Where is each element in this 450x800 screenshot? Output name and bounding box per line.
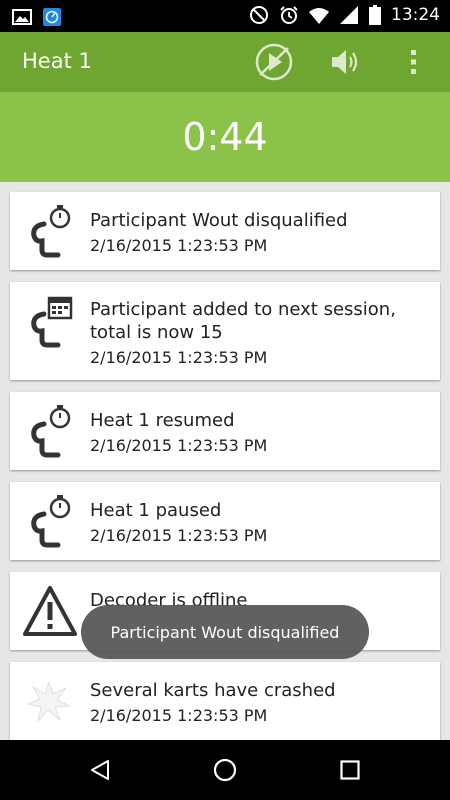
status-clock: 13:24	[391, 5, 440, 25]
race-stopwatch-icon	[31, 405, 71, 458]
list-item[interactable]: Heat 1 resumed 2/16/2015 1:23:53 PM	[10, 392, 440, 470]
recents-icon	[340, 760, 360, 780]
event-time: 2/16/2015 1:23:53 PM	[90, 706, 268, 725]
status-bar: 13:24	[0, 0, 450, 32]
toast-notification: Participant Wout disqualified	[81, 605, 369, 659]
event-message: Several karts have crashed	[90, 680, 336, 701]
event-time: 2/16/2015 1:23:53 PM	[90, 236, 268, 255]
image-icon	[12, 9, 32, 25]
home-button[interactable]	[200, 750, 250, 790]
overflow-menu-icon	[411, 50, 416, 74]
navigation-bar	[0, 740, 450, 800]
volume-icon	[332, 50, 358, 74]
timer-bar: 0:44	[0, 92, 450, 182]
page-title: Heat 1	[22, 49, 92, 73]
list-item[interactable]: Heat 1 paused 2/16/2015 1:23:53 PM	[10, 482, 440, 560]
warning-icon	[23, 586, 77, 636]
volume-button[interactable]	[323, 42, 367, 82]
signal-icon	[340, 6, 358, 24]
overflow-menu-button[interactable]	[392, 42, 436, 82]
crash-icon	[26, 680, 71, 723]
event-time: 2/16/2015 1:23:53 PM	[90, 436, 268, 455]
alarm-icon	[280, 6, 298, 24]
event-message: Heat 1 resumed	[90, 410, 235, 431]
event-message: Participant Wout disqualified	[90, 210, 348, 231]
app-bar: Heat 1	[0, 32, 450, 92]
app-notification-icon	[43, 8, 61, 26]
heat-timer: 0:44	[182, 115, 268, 159]
recents-button[interactable]	[325, 750, 375, 790]
list-item[interactable]: Participant Wout disqualified 2/16/2015 …	[10, 192, 440, 270]
race-calendar-icon	[31, 296, 73, 348]
event-time: 2/16/2015 1:23:53 PM	[90, 348, 268, 367]
list-item[interactable]: Several karts have crashed 2/16/2015 1:2…	[10, 662, 440, 740]
event-time: 2/16/2015 1:23:53 PM	[90, 526, 268, 545]
event-message: Participant added to next session, total…	[90, 299, 396, 343]
do-not-disturb-icon	[250, 6, 268, 24]
replay-off-icon	[255, 43, 293, 81]
back-button[interactable]	[75, 750, 125, 790]
replay-off-button[interactable]	[252, 42, 296, 82]
event-message: Heat 1 paused	[90, 500, 222, 521]
race-stopwatch-icon	[31, 205, 71, 258]
battery-icon	[369, 5, 381, 25]
list-item[interactable]: Participant added to next session, total…	[10, 282, 440, 380]
race-stopwatch-icon	[31, 495, 71, 548]
home-icon	[213, 758, 237, 782]
wifi-icon	[309, 8, 329, 24]
back-icon	[91, 760, 109, 780]
toast-text: Participant Wout disqualified	[110, 622, 340, 642]
